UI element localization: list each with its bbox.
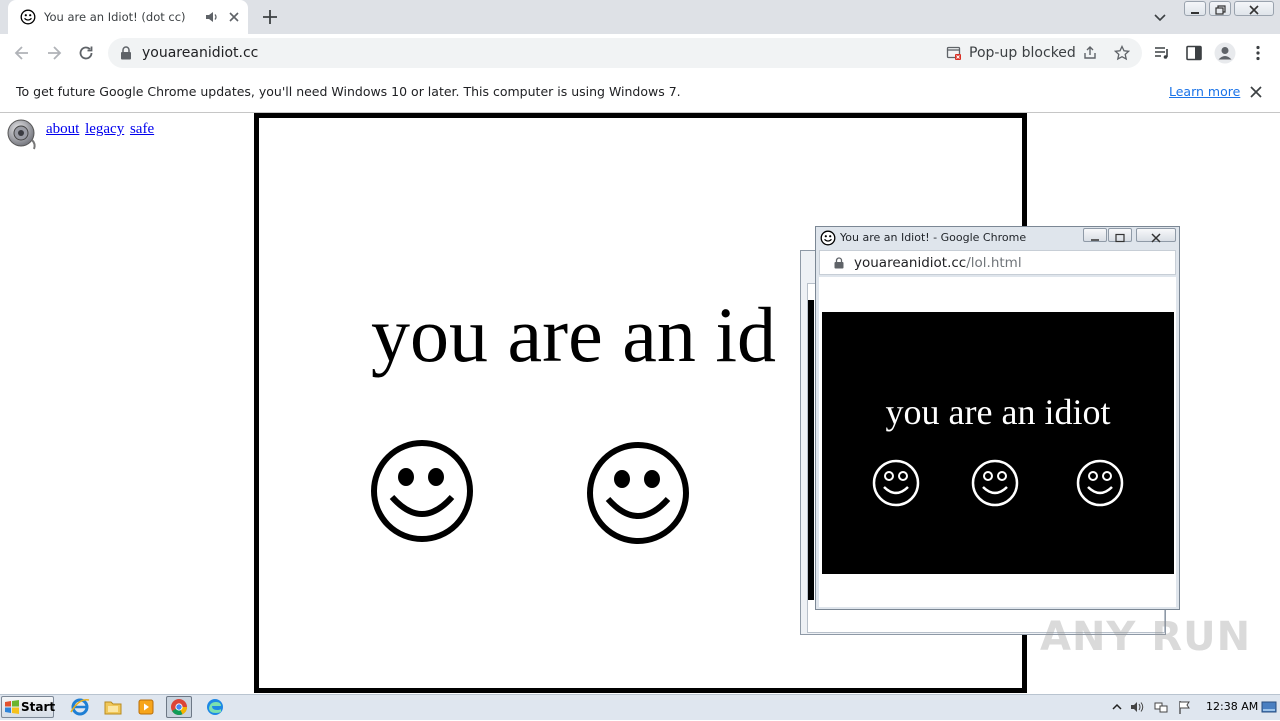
minimize-button[interactable] <box>1184 1 1206 16</box>
address-bar[interactable]: youareanidiot.cc Pop-up blocked <box>108 38 1142 68</box>
popup-maximize-button[interactable] <box>1108 228 1132 243</box>
address-url[interactable]: youareanidiot.cc <box>142 45 258 61</box>
volume-icon[interactable] <box>1130 700 1144 714</box>
audio-playing-icon[interactable] <box>204 9 220 25</box>
minimize-icon <box>1191 12 1199 14</box>
popup-url[interactable]: youareanidiot.cc/lol.html <box>854 255 1022 271</box>
popup-window[interactable]: You are an Idiot! - Google Chrome youare… <box>815 226 1180 610</box>
forward-arrow-icon[interactable] <box>44 43 64 63</box>
start-button[interactable]: Start <box>1 696 56 718</box>
main-headline: you are an id <box>371 291 777 378</box>
smiley-face-icon <box>587 442 689 544</box>
chrome-taskbar-button[interactable] <box>166 696 192 718</box>
popup-title: You are an Idiot! - Google Chrome <box>840 231 1027 244</box>
popup-blocked-icon[interactable] <box>946 45 962 61</box>
update-infobar: To get future Google Chrome updates, you… <box>0 72 1280 113</box>
speaker-icon[interactable] <box>6 118 40 152</box>
close-icon <box>1151 233 1161 243</box>
edge-icon[interactable] <box>204 697 226 717</box>
popup-minimize-button[interactable] <box>1083 228 1107 242</box>
smiley-face-icon <box>371 440 473 542</box>
legacy-link[interactable]: legacy <box>85 121 124 137</box>
popup-content: you are an idiot <box>819 277 1176 607</box>
show-desktop-icon[interactable] <box>1261 700 1277 714</box>
more-menu-icon[interactable] <box>1248 43 1268 63</box>
smiley-face-icon <box>1076 459 1124 507</box>
restore-icon <box>1215 5 1226 15</box>
watermark: ANY RUN <box>1040 614 1252 660</box>
back-arrow-icon[interactable] <box>12 43 32 63</box>
close-icon <box>1249 5 1259 15</box>
popup-url-path: /lol.html <box>966 255 1022 271</box>
action-center-flag-icon[interactable] <box>1178 700 1192 714</box>
close-window-button[interactable] <box>1234 1 1274 16</box>
popup-address-bar[interactable]: youareanidiot.cc/lol.html <box>819 250 1176 275</box>
infobar-close-icon[interactable] <box>1248 84 1264 100</box>
windows-logo-icon <box>5 700 19 714</box>
popup-close-button[interactable] <box>1136 228 1176 243</box>
restore-button[interactable] <box>1209 1 1231 16</box>
network-icon[interactable] <box>1154 700 1168 714</box>
file-explorer-icon[interactable] <box>102 697 124 717</box>
chrome-icon <box>171 699 187 715</box>
share-icon[interactable] <box>1082 45 1098 61</box>
side-panel-icon[interactable] <box>1184 43 1204 63</box>
popup-behind-black-edge <box>808 300 814 600</box>
lock-icon[interactable] <box>834 257 844 269</box>
tab-close-icon[interactable] <box>226 9 242 25</box>
chevron-down-icon[interactable] <box>1152 9 1168 25</box>
bookmark-star-icon[interactable] <box>1114 45 1130 61</box>
smiley-face-icon <box>872 459 920 507</box>
safe-link[interactable]: safe <box>130 121 154 137</box>
maximize-icon <box>1115 233 1125 243</box>
popup-blocked-label[interactable]: Pop-up blocked <box>969 45 1076 61</box>
browser-tab[interactable]: You are an Idiot! (dot cc) <box>8 0 248 34</box>
minimize-icon <box>1091 239 1099 241</box>
lock-icon[interactable] <box>120 46 132 60</box>
taskbar-clock[interactable]: 12:38 AM <box>1206 700 1258 713</box>
browser-toolbar: youareanidiot.cc Pop-up blocked <box>0 34 1280 73</box>
popup-headline: you are an idiot <box>885 392 1111 432</box>
profile-avatar-icon[interactable] <box>1214 42 1236 64</box>
windows-taskbar: Start 12:38 AM <box>0 694 1280 720</box>
reload-icon[interactable] <box>76 43 96 63</box>
smiley-face-icon <box>971 459 1019 507</box>
internet-explorer-icon[interactable] <box>69 697 91 717</box>
infobar-message: To get future Google Chrome updates, you… <box>16 84 681 99</box>
learn-more-link[interactable]: Learn more <box>1169 84 1240 99</box>
smiley-favicon-icon <box>20 9 36 25</box>
tab-title: You are an Idiot! (dot cc) <box>44 10 186 24</box>
start-label: Start <box>21 700 56 714</box>
smiley-favicon-icon <box>820 230 836 246</box>
media-player-icon[interactable] <box>135 697 157 717</box>
page-links: about legacy safe <box>46 121 156 138</box>
about-link[interactable]: about <box>46 121 79 137</box>
tab-strip: You are an Idiot! (dot cc) <box>0 0 1280 34</box>
new-tab-icon[interactable] <box>260 7 280 27</box>
tray-chevron-up-icon[interactable] <box>1110 700 1124 714</box>
popup-url-host: youareanidiot.cc <box>854 255 967 271</box>
popup-black-panel: you are an idiot <box>822 312 1174 574</box>
media-control-icon[interactable] <box>1152 43 1172 63</box>
